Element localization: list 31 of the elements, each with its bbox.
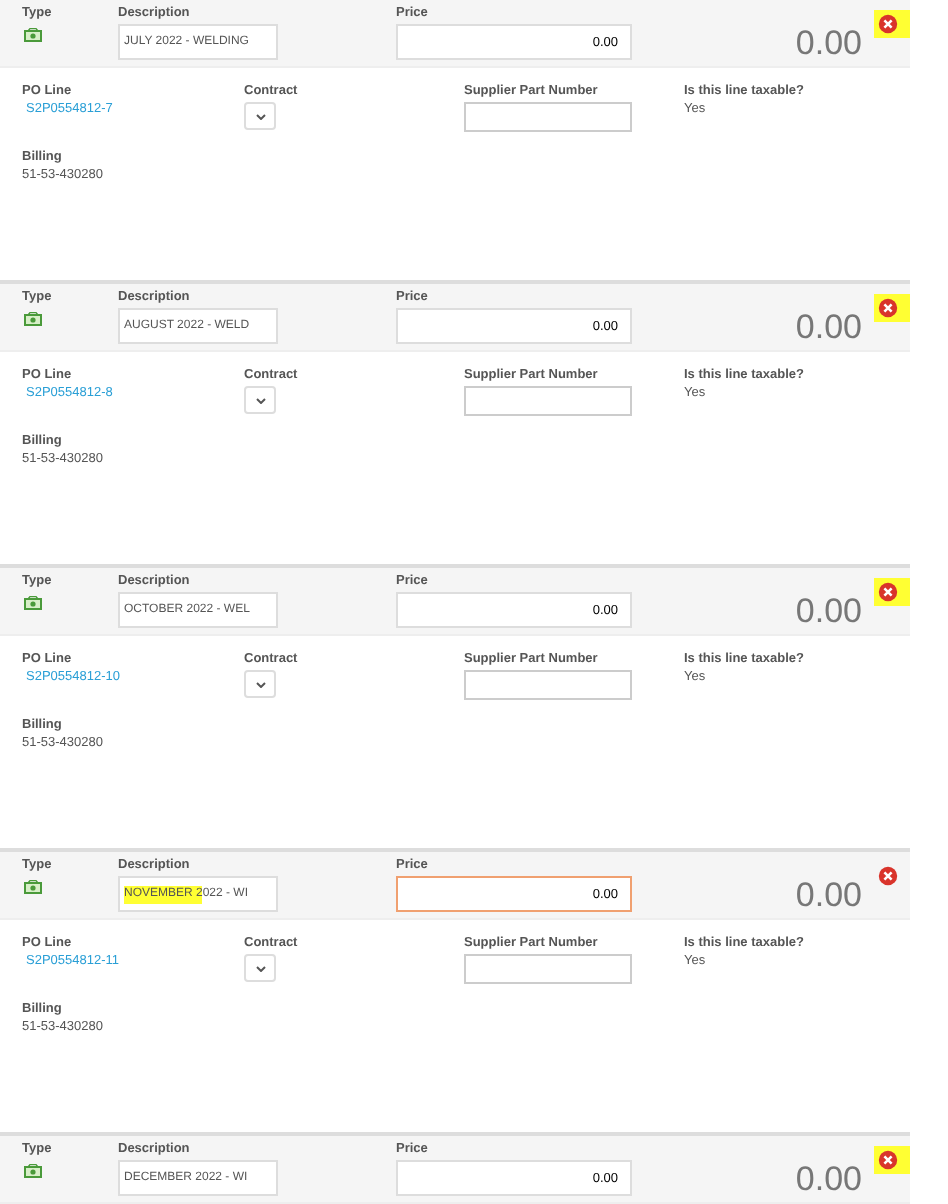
caret-icon [255,397,265,403]
line-total: 0.00 [795,308,862,348]
supplier-part-field[interactable] [464,670,632,700]
supplier-part-field[interactable] [464,102,632,132]
caret-icon [255,113,265,119]
contract-dropdown[interactable] [244,954,276,982]
close-icon [878,298,898,318]
line-total: 0.00 [795,592,862,632]
remove-button[interactable] [874,10,910,38]
contract-dropdown[interactable] [244,670,276,698]
cash-icon [24,1164,42,1178]
supplier-part-field[interactable] [464,954,632,984]
cash-icon [24,596,42,610]
contract-dropdown[interactable] [244,386,276,414]
cash-icon [24,28,42,42]
remove-button[interactable] [874,578,910,606]
close-icon [878,1150,898,1170]
remove-button[interactable] [874,1146,910,1174]
close-icon [878,582,898,602]
close-icon [878,866,898,886]
caret-icon [255,681,265,687]
line-total: 0.00 [795,876,862,916]
line-total: 0.00 [795,1160,862,1200]
cash-icon [24,312,42,326]
supplier-part-field[interactable] [464,386,632,416]
cash-icon [24,880,42,894]
line-total: 0.00 [795,24,862,64]
caret-icon [255,965,265,971]
close-icon [878,14,898,34]
remove-button[interactable] [874,294,910,322]
contract-dropdown[interactable] [244,102,276,130]
